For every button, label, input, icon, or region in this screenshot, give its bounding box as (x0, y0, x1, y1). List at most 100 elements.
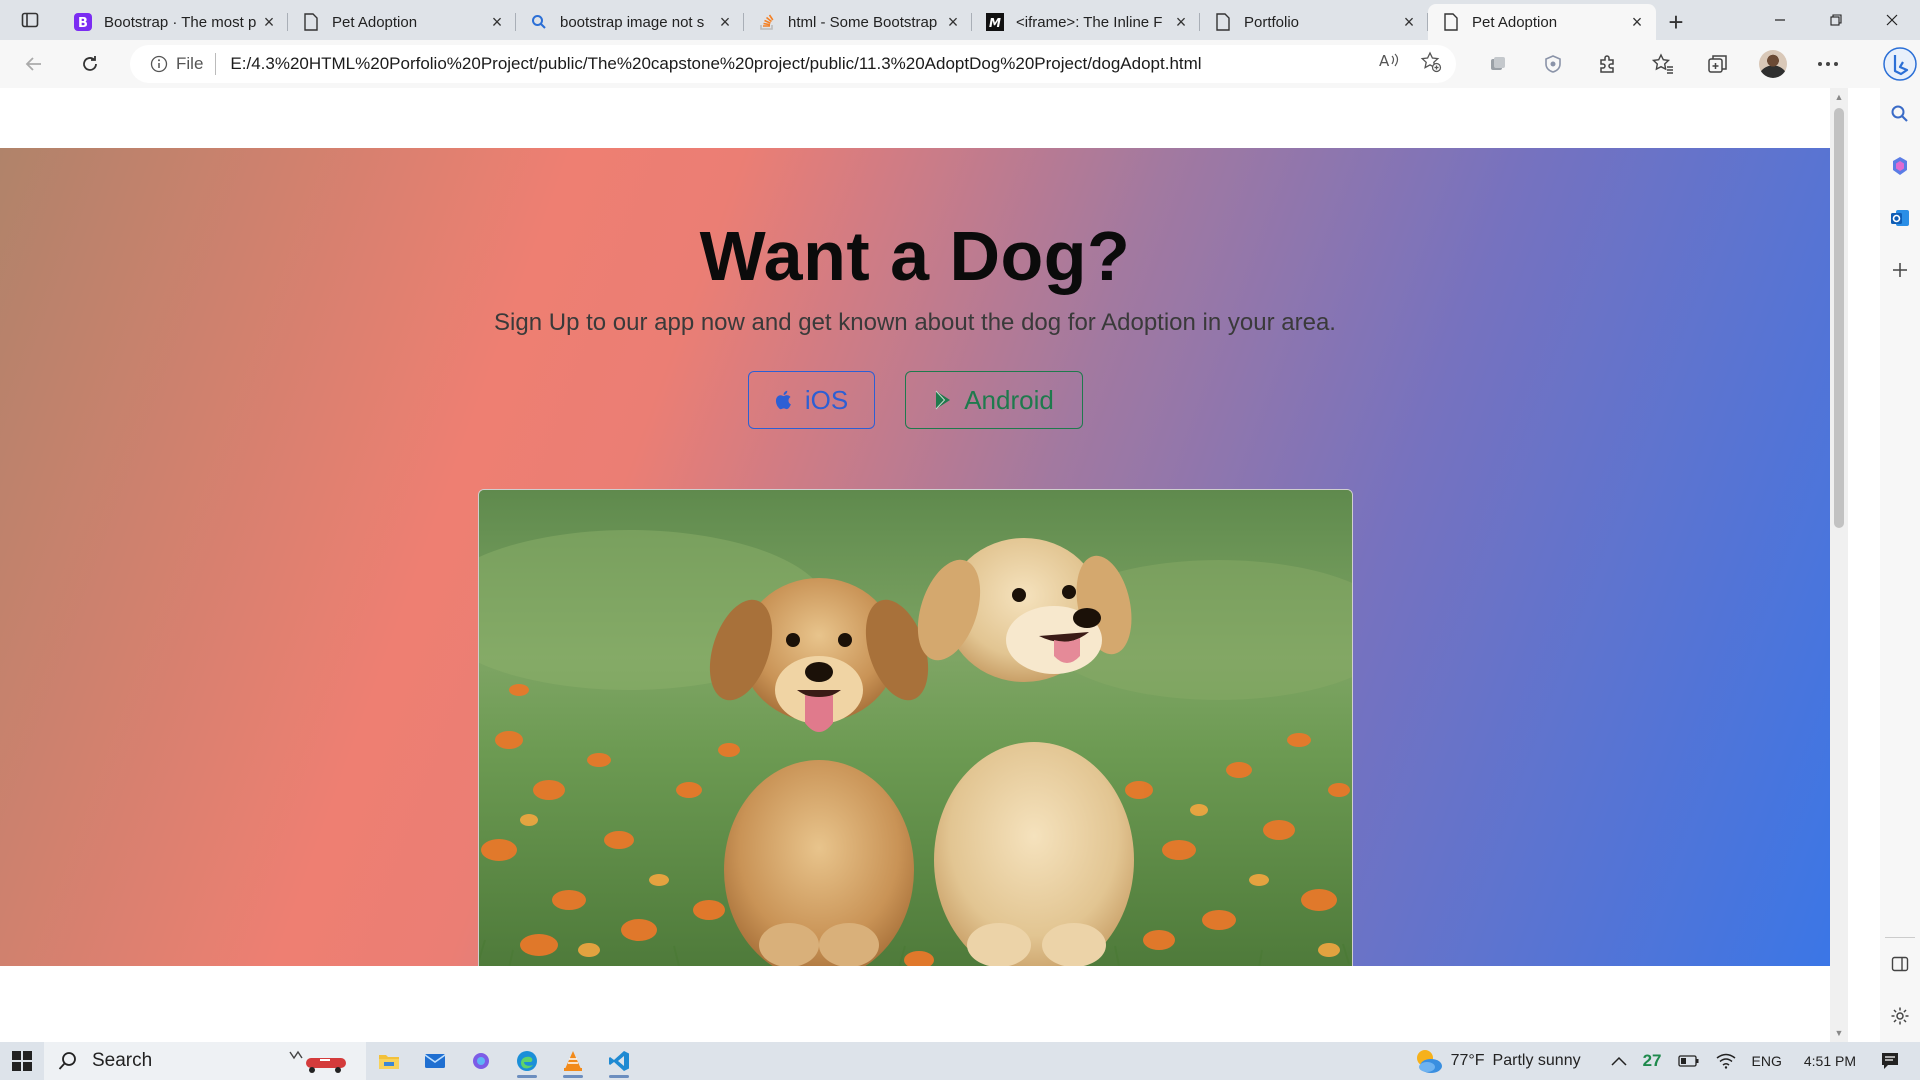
tab-title: Pet Adoption (1472, 13, 1558, 31)
svg-text:B: B (78, 16, 88, 31)
copilot-icon (473, 1053, 489, 1069)
svg-text:M: M (989, 16, 1001, 30)
sidebar-search-button[interactable] (1880, 88, 1920, 140)
tray-badge-count: 27 (1642, 1051, 1662, 1070)
scheme-label: File (176, 54, 204, 73)
gear-icon (1891, 1007, 1909, 1025)
close-tab-icon[interactable]: × (1628, 12, 1646, 32)
tray-badge[interactable]: 27 (1635, 1042, 1670, 1080)
add-favorite-icon[interactable] (1420, 50, 1442, 78)
taskbar-file-explorer[interactable] (366, 1042, 412, 1080)
scroll-down-arrow-icon[interactable]: ▼ (1834, 1028, 1844, 1038)
sidebar-settings-button[interactable] (1880, 990, 1920, 1042)
chevron-up-icon (1611, 1056, 1627, 1066)
info-icon (150, 55, 168, 73)
puppies-photo (479, 490, 1352, 966)
sidebar-outlook-button[interactable] (1880, 192, 1920, 244)
address-bar[interactable]: File E:/4.3%20HTML%20Porfolio%20Project/… (130, 45, 1456, 83)
back-button[interactable] (12, 44, 56, 84)
bootstrap-icon: B (74, 13, 92, 31)
tab-actions-button[interactable] (0, 0, 60, 40)
profile-button[interactable] (1745, 44, 1800, 84)
ios-download-button[interactable]: iOS (748, 371, 875, 429)
minimize-button[interactable] (1752, 0, 1808, 40)
search-highlight-icon (286, 1048, 354, 1080)
taskbar-copilot[interactable] (458, 1042, 504, 1080)
taskbar-vscode[interactable] (596, 1042, 642, 1080)
android-button-label: Android (964, 384, 1054, 415)
url-text[interactable]: E:/4.3%20HTML%20Porfolio%20Project/publi… (230, 54, 1378, 74)
wifi-icon (1716, 1053, 1735, 1069)
taskbar-mail[interactable] (412, 1042, 458, 1080)
taskbar-vlc[interactable] (550, 1042, 596, 1080)
read-aloud-icon[interactable]: A (1378, 51, 1400, 78)
browser-tab[interactable]: html - Some Bootstrap × (744, 4, 972, 40)
extensions-button[interactable] (1580, 44, 1635, 84)
close-tab-icon[interactable]: × (944, 12, 962, 32)
page-icon (1214, 13, 1232, 31)
bing-copilot-button[interactable] (1880, 40, 1920, 88)
page-icon (302, 13, 320, 31)
start-button[interactable] (0, 1042, 44, 1080)
notifications-button[interactable] (1870, 1042, 1920, 1080)
tray-overflow-button[interactable] (1589, 1042, 1635, 1080)
tab-title: <iframe>: The Inline F (1016, 13, 1163, 31)
settings-more-button[interactable] (1800, 44, 1855, 84)
window-controls (1752, 0, 1920, 40)
taskbar-edge[interactable] (504, 1042, 550, 1080)
sidebar-copilot-button[interactable] (1880, 140, 1920, 192)
minimize-icon (1775, 19, 1785, 21)
close-tab-icon[interactable]: × (260, 12, 278, 32)
browser-tab[interactable]: bootstrap image not s × (516, 4, 744, 40)
new-tab-button[interactable]: + (1656, 4, 1696, 40)
favorites-button[interactable] (1635, 44, 1690, 84)
scroll-up-arrow-icon[interactable]: ▲ (1834, 92, 1844, 102)
taskbar-search-box[interactable]: Search (44, 1042, 366, 1080)
collections-button[interactable] (1690, 44, 1745, 84)
refresh-button[interactable] (68, 44, 112, 84)
tab-title: Bootstrap · The most p (104, 13, 257, 31)
weather-widget[interactable]: 77°F Partly sunny (1405, 1042, 1589, 1080)
shield-icon (1544, 55, 1561, 73)
close-tab-icon[interactable]: × (488, 12, 506, 32)
svg-text:A: A (1379, 52, 1390, 70)
mail-icon (424, 1054, 446, 1068)
puzzle-icon (1599, 55, 1614, 73)
restore-button[interactable] (1808, 0, 1864, 40)
browser-tab[interactable]: Portfolio × (1200, 4, 1428, 40)
edge-sidebar (1880, 40, 1920, 1042)
android-download-button[interactable]: Android (905, 371, 1083, 429)
edge-icon (517, 1051, 537, 1071)
search-icon (58, 1052, 76, 1070)
page-scrollbar[interactable]: ▲ ▼ (1830, 88, 1848, 1042)
taskbar-search-label: Search (92, 1050, 153, 1071)
language-label: ENG (1751, 1053, 1782, 1069)
tab-title: bootstrap image not s (560, 13, 705, 31)
close-window-button[interactable] (1864, 0, 1920, 40)
browser-tab[interactable]: B Bootstrap · The most p × (60, 4, 288, 40)
search-icon (1891, 105, 1908, 122)
extensions-grid-button[interactable] (1470, 44, 1525, 84)
wifi-indicator[interactable] (1708, 1042, 1744, 1080)
bing-icon (1883, 47, 1917, 81)
tab-title: Pet Adoption (332, 13, 418, 31)
battery-indicator[interactable] (1670, 1042, 1708, 1080)
hero-title: Want a Dog? (699, 217, 1131, 295)
close-icon (1886, 14, 1898, 26)
refresh-icon (83, 56, 97, 71)
close-tab-icon[interactable]: × (716, 12, 734, 32)
copilot-extension-icon (1490, 57, 1505, 70)
browser-tab[interactable]: M <iframe>: The Inline F × (972, 4, 1200, 40)
shield-button[interactable] (1525, 44, 1580, 84)
sidebar-add-button[interactable] (1880, 244, 1920, 296)
browser-tab-active[interactable]: Pet Adoption × (1428, 4, 1656, 40)
browser-tab[interactable]: Pet Adoption × (288, 4, 516, 40)
site-info-button[interactable]: File (150, 53, 217, 75)
scrollbar-thumb[interactable] (1834, 108, 1844, 528)
close-tab-icon[interactable]: × (1172, 12, 1190, 32)
clock[interactable]: 4:51 PM (1790, 1042, 1870, 1080)
close-tab-icon[interactable]: × (1400, 12, 1418, 32)
sidebar-split-button[interactable] (1880, 938, 1920, 990)
stackoverflow-icon (758, 13, 776, 31)
language-indicator[interactable]: ENG (1744, 1042, 1790, 1080)
